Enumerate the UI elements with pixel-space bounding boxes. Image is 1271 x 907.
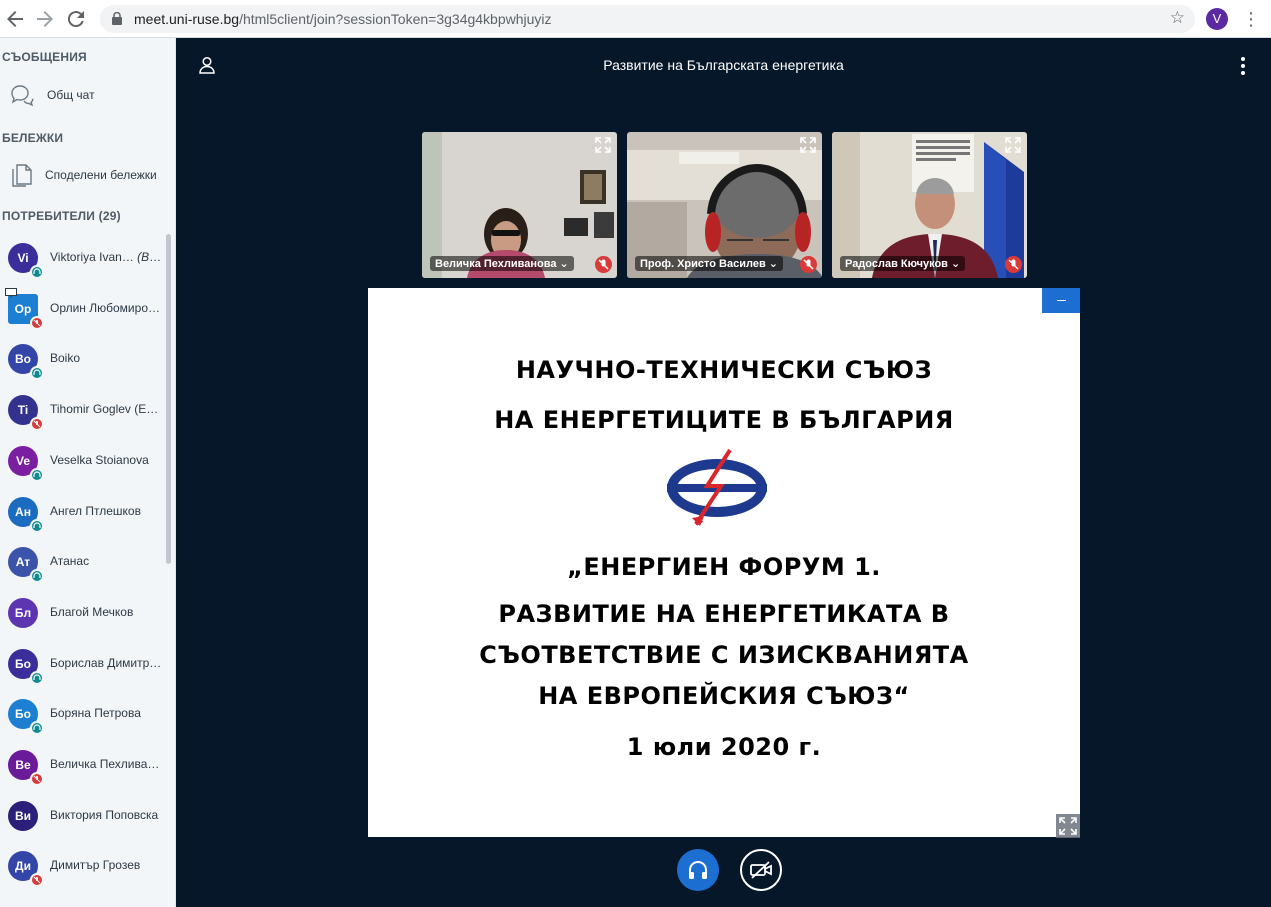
muted-mic-icon	[30, 417, 44, 432]
back-icon[interactable]	[3, 7, 27, 31]
user-list-item[interactable]: Бо Боряна Петрова	[0, 690, 168, 738]
address-bar[interactable]: meet.uni-ruse.bg/html5client/join?sessio…	[100, 5, 1195, 33]
user-name: Boiko	[50, 351, 81, 366]
public-chat-item[interactable]: Общ чат	[0, 78, 170, 112]
users-title: ПОТРЕБИТЕЛИ (29)	[2, 209, 121, 223]
muted-mic-icon	[1005, 256, 1022, 273]
meeting-title: Развитие на Българската енергетика	[603, 57, 844, 73]
user-list-panel: СЪОБЩЕНИЯ Общ чат БЕЛЕЖКИ Споделени беле…	[0, 38, 176, 907]
listen-only-icon	[30, 265, 44, 279]
webcam-name: Проф. Христо Василев ⌄	[635, 256, 783, 271]
chrome-menu-icon[interactable]: ⋮	[1242, 7, 1260, 31]
minimize-icon	[1057, 300, 1066, 301]
expand-icon[interactable]	[1004, 136, 1022, 154]
webcam-tile[interactable]: Проф. Христо Василев ⌄	[627, 132, 822, 278]
user-list-item[interactable]: Ti Tihomir Goglev (ESO)	[0, 386, 168, 434]
minimize-presentation-button[interactable]	[1042, 288, 1080, 313]
muted-mic-icon	[30, 315, 44, 330]
webcam-name: Величка Пехливанова ⌄	[430, 256, 574, 271]
fullscreen-icon	[1059, 817, 1077, 835]
user-list-item[interactable]: Vi Viktoriya Ivan… (Вие)	[0, 234, 168, 282]
muted-mic-icon	[30, 772, 44, 786]
user-name: Боряна Петрова	[50, 706, 141, 721]
reload-icon[interactable]	[64, 7, 88, 31]
user-list-item[interactable]: Бо Борислав Димитр…	[0, 640, 168, 688]
user-name: Орлин Любомиро…	[50, 300, 160, 315]
user-list-item[interactable]: Op Орлин Любомиро…	[0, 285, 168, 333]
messages-title: СЪОБЩЕНИЯ	[2, 50, 87, 64]
headphones-icon	[689, 861, 707, 879]
user-list-item[interactable]: Ат Атанас	[0, 538, 168, 586]
listen-only-icon	[30, 721, 44, 736]
expand-icon[interactable]	[799, 136, 817, 154]
avatar: Ви	[8, 800, 38, 831]
user-name: Величка Пехлива…	[50, 757, 160, 771]
video-off-icon	[750, 861, 772, 879]
profile-avatar[interactable]: V	[1206, 8, 1228, 30]
lock-icon	[112, 12, 122, 25]
shared-notes-item[interactable]: Споделени бележки	[0, 158, 170, 192]
slide-line: РАЗВИТИЕ НА ЕНЕРГЕТИКАТА В	[498, 600, 950, 628]
user-name: Благой Мечков	[50, 604, 134, 619]
user-list-item[interactable]: Ан Ангел Птлешков	[0, 488, 168, 536]
public-chat-label: Общ чат	[47, 88, 95, 102]
user-name: Виктория Поповска	[50, 807, 159, 822]
expand-icon[interactable]	[594, 136, 612, 154]
browser-toolbar: meet.uni-ruse.bg/html5client/join?sessio…	[0, 0, 1271, 38]
user-list-item[interactable]: Ви Виктория Поповска	[0, 792, 168, 840]
notes-icon	[12, 164, 32, 187]
muted-mic-icon	[595, 256, 612, 273]
listen-only-icon	[30, 366, 44, 381]
listen-only-icon	[30, 467, 44, 482]
user-name: Ангел Птлешков	[50, 503, 141, 518]
audio-button[interactable]	[677, 849, 719, 891]
forward-icon[interactable]	[33, 7, 57, 31]
webcam-name: Радослав Кючуков ⌄	[840, 256, 966, 271]
user-list-item[interactable]: Ве Величка Пехлива…	[0, 741, 168, 789]
scrollbar[interactable]	[166, 234, 171, 564]
slide-line: НАУЧНО-ТЕХНИЧЕСКИ СЪЮЗ	[515, 356, 933, 384]
slide-date: 1 юли 2020 г.	[626, 733, 822, 761]
shared-notes-label: Споделени бележки	[45, 168, 157, 182]
webcam-toggle-button[interactable]	[740, 849, 782, 891]
chat-icon	[11, 85, 34, 107]
webcam-tile[interactable]: Радослав Кючуков ⌄	[832, 132, 1027, 278]
user-name: Tihomir Goglev (ESO)	[50, 402, 166, 417]
user-list-item[interactable]: Bo Boiko	[0, 335, 168, 383]
user-list-item[interactable]: Бл Благой Мечков	[0, 589, 168, 637]
listen-only-icon	[30, 569, 44, 584]
muted-mic-icon	[800, 256, 817, 273]
fullscreen-button[interactable]	[1056, 814, 1080, 838]
main-area: Развитие на Българската енергетика Велич…	[176, 38, 1271, 907]
avatar: Бл	[8, 597, 38, 628]
user-name: Димитър Грозев	[50, 858, 141, 873]
user-name: Атанас	[50, 554, 90, 569]
muted-mic-icon	[30, 873, 44, 888]
presentation-slide: НАУЧНО-ТЕХНИЧЕСКИ СЪЮЗ НА ЕНЕРГЕТИЦИТЕ В…	[368, 288, 1080, 837]
listen-only-icon	[30, 670, 44, 685]
notes-title: БЕЛЕЖКИ	[2, 131, 64, 145]
user-name: Viktoriya Ivan… (Вие)	[50, 250, 166, 264]
slide-line: „ЕНЕРГИЕН ФОРУМ 1.	[567, 553, 881, 581]
listen-only-icon	[30, 518, 44, 533]
user-list-item[interactable]: Ve Veselka Stoianova	[0, 437, 168, 485]
slide-line: СЪОТВЕТСТВИЕ С ИЗИСКВАНИЯТА	[479, 641, 969, 669]
slide-line: НА ЕВРОПЕЙСКИЯ СЪЮЗ“	[538, 682, 910, 710]
star-icon[interactable]: ☆	[1170, 8, 1185, 28]
organization-logo	[667, 448, 767, 526]
url-text: meet.uni-ruse.bg/html5client/join?sessio…	[134, 11, 552, 27]
user-name: Veselka Stoianova	[50, 452, 149, 467]
slide-line: НА ЕНЕРГЕТИЦИТЕ В БЪЛГАРИЯ	[494, 406, 954, 434]
webcam-tile[interactable]: Величка Пехливанова ⌄	[422, 132, 617, 278]
presenter-icon	[5, 287, 17, 298]
user-list-item[interactable]: Ди Димитър Грозев	[0, 842, 168, 890]
options-icon[interactable]	[1234, 56, 1252, 76]
user-name: Борислав Димитр…	[50, 655, 162, 670]
